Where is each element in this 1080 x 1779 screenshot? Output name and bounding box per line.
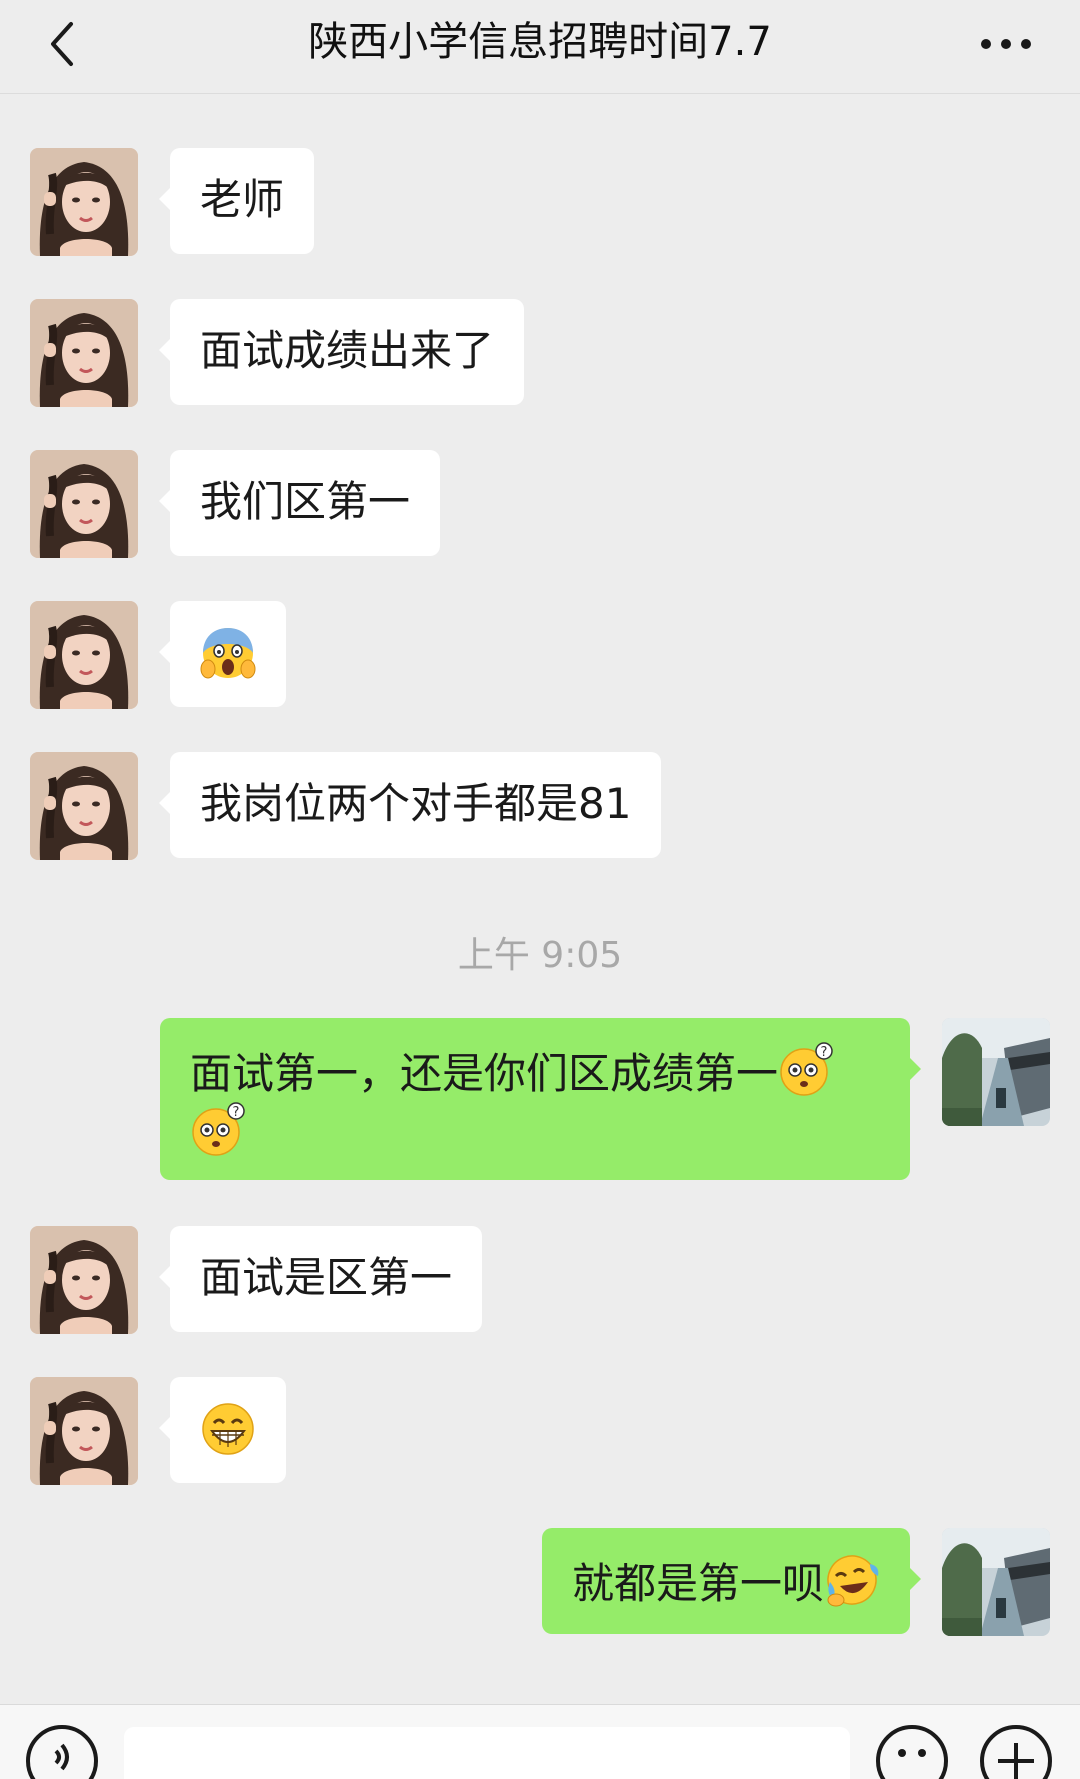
emoji-icon xyxy=(898,1749,926,1757)
message-text: 面试第一，还是你们区成绩第一 xyxy=(190,1049,779,1098)
more-horizontal-icon xyxy=(981,39,1031,49)
message-bubble[interactable]: 面试第一，还是你们区成绩第一 xyxy=(160,1018,921,1180)
message-text: 老师 xyxy=(200,175,285,224)
chat-header: 陕西小学信息招聘时间7.7 xyxy=(0,0,1080,94)
message-text: 面试是区第一 xyxy=(200,1253,453,1302)
message-timestamp: 上午 9:05 xyxy=(457,935,623,976)
back-button[interactable] xyxy=(32,14,92,74)
contact-avatar[interactable] xyxy=(30,1377,138,1485)
message-text: 就都是第一呗 xyxy=(571,1559,824,1608)
message-bubble[interactable]: 就都是第一呗 xyxy=(541,1528,922,1634)
message-input[interactable] xyxy=(124,1727,850,1779)
message-bubble[interactable]: 我岗位两个对手都是81 xyxy=(158,752,662,858)
contact-avatar[interactable] xyxy=(30,1226,138,1334)
laugh-cry-emoji-icon xyxy=(824,1552,880,1608)
contact-avatar[interactable] xyxy=(30,601,138,709)
contact-avatar[interactable] xyxy=(30,299,138,407)
confused-emoji-icon xyxy=(190,1102,246,1158)
my-avatar[interactable] xyxy=(942,1528,1050,1636)
message-bubble[interactable]: 面试是区第一 xyxy=(158,1226,483,1332)
emoji-button[interactable] xyxy=(876,1725,948,1779)
message-bubble[interactable]: 我们区第一 xyxy=(158,450,441,556)
scream-emoji-icon xyxy=(200,625,256,681)
message-text: 面试成绩出来了 xyxy=(200,326,495,375)
message-bubble[interactable]: 老师 xyxy=(158,148,315,254)
message-bubble[interactable] xyxy=(159,1377,286,1483)
chevron-left-icon xyxy=(51,22,73,66)
grin-emoji-icon xyxy=(200,1401,256,1457)
message-text: 我岗位两个对手都是81 xyxy=(200,779,632,828)
contact-avatar[interactable] xyxy=(30,752,138,860)
plus-icon xyxy=(998,1743,1034,1779)
message-text: 我们区第一 xyxy=(200,477,411,526)
message-bubble[interactable]: 面试成绩出来了 xyxy=(158,299,525,405)
contact-avatar[interactable] xyxy=(30,450,138,558)
voice-icon xyxy=(54,1743,69,1771)
chat-message-list[interactable]: 老师 面试成绩出来了 我们区第一 我岗位两个对手都是81 上午 9:05 面试第… xyxy=(0,94,1080,1704)
voice-button[interactable] xyxy=(26,1725,98,1779)
more-button[interactable] xyxy=(976,22,1036,66)
contact-avatar[interactable] xyxy=(30,148,138,256)
confused-emoji-icon xyxy=(778,1042,834,1098)
plus-button[interactable] xyxy=(980,1725,1052,1779)
chat-title: 陕西小学信息招聘时间7.7 xyxy=(308,19,772,65)
message-bubble[interactable] xyxy=(159,601,286,707)
chat-input-bar xyxy=(0,1704,1080,1779)
my-avatar[interactable] xyxy=(942,1018,1050,1126)
